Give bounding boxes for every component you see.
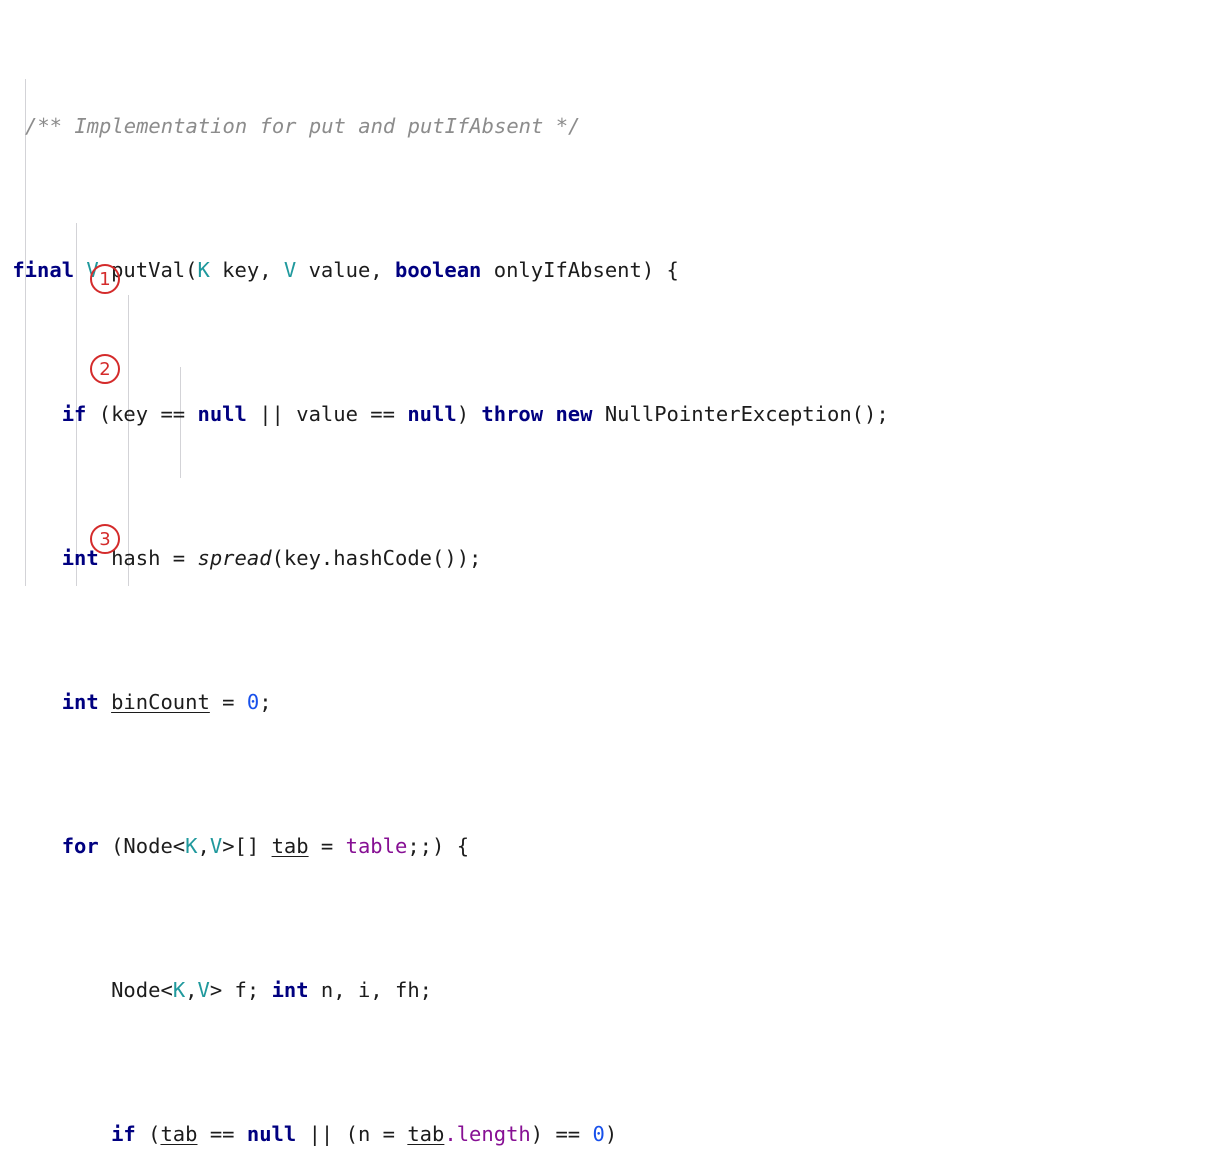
- keyword-throw: throw: [481, 402, 544, 426]
- keyword-int-2: int: [61, 690, 99, 714]
- npe-ctor: NullPointerException();: [592, 402, 889, 426]
- field-length: .length: [444, 1122, 531, 1146]
- code-line[interactable]: if (tab == null || (n = tab.length) == 0…: [0, 1116, 1220, 1152]
- type-param-v3: V: [209, 834, 223, 858]
- cmp: ) ==: [530, 1122, 593, 1146]
- keyword-if-2: if: [111, 1122, 136, 1146]
- var-tab-3: tab: [407, 1122, 445, 1146]
- type-param-k3: K: [185, 834, 198, 858]
- field-table: table: [345, 834, 408, 858]
- type-param-v2: V: [283, 258, 297, 282]
- decl-f: > f;: [209, 978, 272, 1002]
- eq: =: [308, 834, 346, 858]
- annotation-circle-3: 3: [90, 524, 120, 554]
- arr: >[]: [222, 834, 272, 858]
- op-or: || value ==: [246, 402, 408, 426]
- param-onlyifabsent: onlyIfAbsent) {: [481, 258, 679, 282]
- or-n: || (n =: [296, 1122, 408, 1146]
- annotation-circle-2: 2: [90, 354, 120, 384]
- comma: ,: [197, 834, 210, 858]
- code-line[interactable]: for (Node<K,V>[] tab = table;;) {: [0, 828, 1220, 864]
- keyword-int: int: [61, 546, 99, 570]
- code-line[interactable]: Node<K,V> f; int n, i, fh;: [0, 972, 1220, 1008]
- type-param-v4: V: [197, 978, 210, 1002]
- javadoc-comment: /** Implementation for put and putIfAbse…: [25, 114, 581, 138]
- sp: [99, 690, 111, 714]
- keyword-boolean: boolean: [395, 258, 482, 282]
- code-content[interactable]: /** Implementation for put and putIfAbse…: [0, 0, 1220, 1172]
- literal-zero: 0: [246, 690, 260, 714]
- param-value: value,: [296, 258, 395, 282]
- literal-zero-2: 0: [592, 1122, 605, 1146]
- keyword-final: final: [12, 258, 75, 282]
- annotation-circle-1: 1: [90, 264, 120, 294]
- for-tail: ;;) {: [407, 834, 470, 858]
- keyword-for: for: [61, 834, 99, 858]
- paren: ): [456, 402, 482, 426]
- keyword-if: if: [61, 402, 87, 426]
- var-tab: tab: [271, 834, 309, 858]
- method-putval: putVal(: [111, 258, 198, 282]
- cond-key: (key ==: [86, 402, 198, 426]
- semi: ;: [259, 690, 272, 714]
- assign: =: [209, 690, 247, 714]
- keyword-new: new: [555, 402, 593, 426]
- decl-nifh: n, i, fh;: [308, 978, 433, 1002]
- keyword-int-3: int: [271, 978, 309, 1002]
- var-tab-2: tab: [160, 1122, 198, 1146]
- eqeq: ==: [197, 1122, 247, 1146]
- open: (: [135, 1122, 161, 1146]
- code-line[interactable]: if (key == null || value == null) throw …: [0, 396, 1220, 432]
- comma: ,: [185, 978, 198, 1002]
- close: ): [604, 1122, 618, 1146]
- param-key: key,: [209, 258, 284, 282]
- sp: [543, 402, 555, 426]
- node-decl: (Node<: [98, 834, 186, 858]
- code-line[interactable]: final V putVal(K key, V value, boolean o…: [0, 252, 1220, 288]
- code-line[interactable]: int binCount = 0;: [0, 684, 1220, 720]
- sp: [74, 258, 86, 282]
- code-editor[interactable]: /** Implementation for put and putIfAbse…: [0, 0, 1220, 1146]
- node-f: Node<: [111, 978, 173, 1002]
- method-spread: spread: [197, 546, 272, 570]
- type-param-k4: K: [172, 978, 186, 1002]
- hashcode-call: (key.hashCode());: [271, 546, 482, 570]
- code-line[interactable]: /** Implementation for put and putIfAbse…: [0, 108, 1220, 144]
- literal-null-3: null: [246, 1122, 297, 1146]
- literal-null-2: null: [407, 402, 457, 426]
- code-line[interactable]: int hash = spread(key.hashCode());: [0, 540, 1220, 576]
- type-param-k: K: [197, 258, 210, 282]
- var-bincount: binCount: [111, 690, 210, 714]
- literal-null: null: [197, 402, 247, 426]
